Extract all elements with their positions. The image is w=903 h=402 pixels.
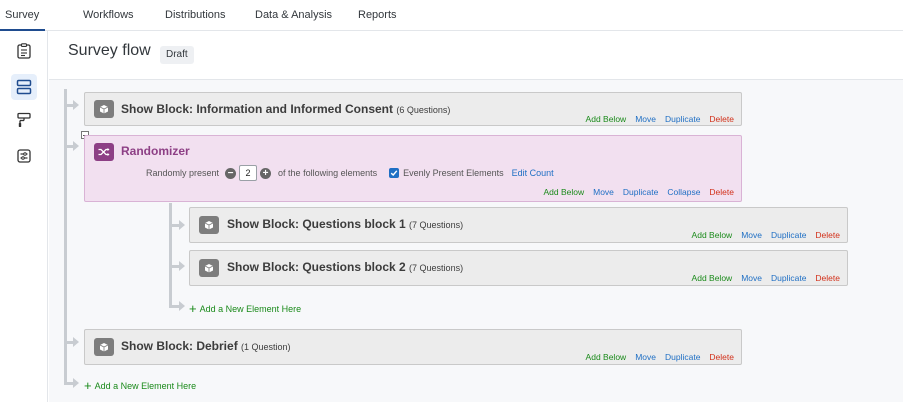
connector-arrow: [73, 378, 79, 388]
block-actions: Add Below Move Duplicate Delete: [683, 230, 840, 240]
connector-arrow: [73, 141, 79, 151]
top-nav: Survey Workflows Distributions Data & An…: [0, 0, 903, 32]
left-rail: [0, 31, 48, 402]
connector-arrow: [179, 301, 185, 311]
shuffle-icon: [94, 143, 114, 161]
tab-survey[interactable]: Survey: [0, 0, 46, 32]
evenly-present-checkbox[interactable]: [389, 168, 400, 178]
plus-icon: +: [189, 301, 197, 316]
flow-block: Show Block: Questions block 1 (7 Questio…: [189, 207, 848, 243]
present-label: Randomly present: [146, 168, 220, 178]
tab-data-analysis[interactable]: Data & Analysis: [255, 0, 332, 31]
tab-reports[interactable]: Reports: [358, 0, 397, 31]
page-title: Survey flow: [68, 42, 151, 59]
connector: [64, 145, 73, 148]
randomizer-element: Randomizer Randomly present − 2 + of the…: [84, 135, 742, 202]
connector-arrow: [73, 337, 79, 347]
move-button[interactable]: Move: [741, 230, 762, 240]
randomizer-actions: Add Below Move Duplicate Collapse Delete: [534, 187, 734, 197]
delete-button[interactable]: Delete: [815, 273, 840, 283]
collapse-button[interactable]: Collapse: [667, 187, 700, 197]
evenly-present-label: Evenly Present Elements: [403, 168, 504, 178]
survey-outline-icon[interactable]: [11, 38, 37, 64]
flow-block: Show Block: Information and Informed Con…: [84, 92, 742, 126]
block-actions: Add Below Move Duplicate Delete: [577, 352, 734, 362]
block-icon: [94, 100, 114, 118]
delete-button[interactable]: Delete: [709, 352, 734, 362]
block-icon: [94, 338, 114, 356]
delete-button[interactable]: Delete: [709, 187, 734, 197]
add-below-button[interactable]: Add Below: [692, 230, 733, 240]
connector: [169, 305, 179, 308]
add-element-link[interactable]: + Add a New Element Here: [84, 377, 196, 393]
randomizer-title: Randomizer: [121, 144, 190, 158]
block-actions: Add Below Move Duplicate Delete: [683, 273, 840, 283]
present-suffix: of the following elements: [278, 168, 378, 178]
add-element-link[interactable]: + Add a New Element Here: [189, 300, 301, 316]
present-count-input[interactable]: 2: [239, 165, 258, 181]
move-button[interactable]: Move: [635, 114, 656, 124]
tab-workflows[interactable]: Workflows: [83, 0, 134, 31]
trunk-line: [64, 89, 67, 384]
duplicate-button[interactable]: Duplicate: [665, 114, 700, 124]
survey-options-icon[interactable]: [11, 143, 37, 169]
add-below-button[interactable]: Add Below: [543, 187, 584, 197]
add-below-button[interactable]: Add Below: [586, 114, 627, 124]
add-below-button[interactable]: Add Below: [586, 352, 627, 362]
block-actions: Add Below Move Duplicate Delete: [577, 114, 734, 124]
block-icon: [199, 259, 219, 277]
block-title: Show Block: Debrief (1 Question): [121, 339, 291, 353]
plus-icon: +: [84, 378, 92, 393]
move-button[interactable]: Move: [741, 273, 762, 283]
duplicate-button[interactable]: Duplicate: [771, 273, 806, 283]
duplicate-button[interactable]: Duplicate: [665, 352, 700, 362]
connector-arrow: [73, 100, 79, 110]
add-below-button[interactable]: Add Below: [692, 273, 733, 283]
duplicate-button[interactable]: Duplicate: [771, 230, 806, 240]
edit-count-link[interactable]: Edit Count: [512, 168, 554, 178]
survey-flow-icon[interactable]: [11, 74, 37, 100]
duplicate-button[interactable]: Duplicate: [623, 187, 658, 197]
block-icon: [199, 216, 219, 234]
branch-line: [169, 203, 172, 307]
delete-button[interactable]: Delete: [709, 114, 734, 124]
connector: [169, 265, 179, 268]
status-badge: Draft: [160, 46, 194, 64]
randomizer-settings: Randomly present − 2 + of the following …: [146, 165, 554, 181]
move-button[interactable]: Move: [593, 187, 614, 197]
flow-block: Show Block: Debrief (1 Question) Add Bel…: [84, 329, 742, 365]
connector: [64, 382, 73, 385]
delete-button[interactable]: Delete: [815, 230, 840, 240]
connector-arrow: [179, 220, 185, 230]
connector: [64, 341, 73, 344]
block-title: Show Block: Questions block 2 (7 Questio…: [227, 260, 464, 274]
connector: [64, 104, 73, 107]
block-title: Show Block: Questions block 1 (7 Questio…: [227, 217, 464, 231]
increment-icon[interactable]: +: [260, 167, 272, 179]
tab-distributions[interactable]: Distributions: [165, 0, 226, 31]
decrement-icon[interactable]: −: [225, 167, 237, 179]
look-and-feel-icon[interactable]: [11, 107, 37, 133]
flow-block: Show Block: Questions block 2 (7 Questio…: [189, 250, 848, 286]
connector-arrow: [179, 261, 185, 271]
connector: [169, 224, 179, 227]
block-title: Show Block: Information and Informed Con…: [121, 102, 451, 116]
move-button[interactable]: Move: [635, 352, 656, 362]
